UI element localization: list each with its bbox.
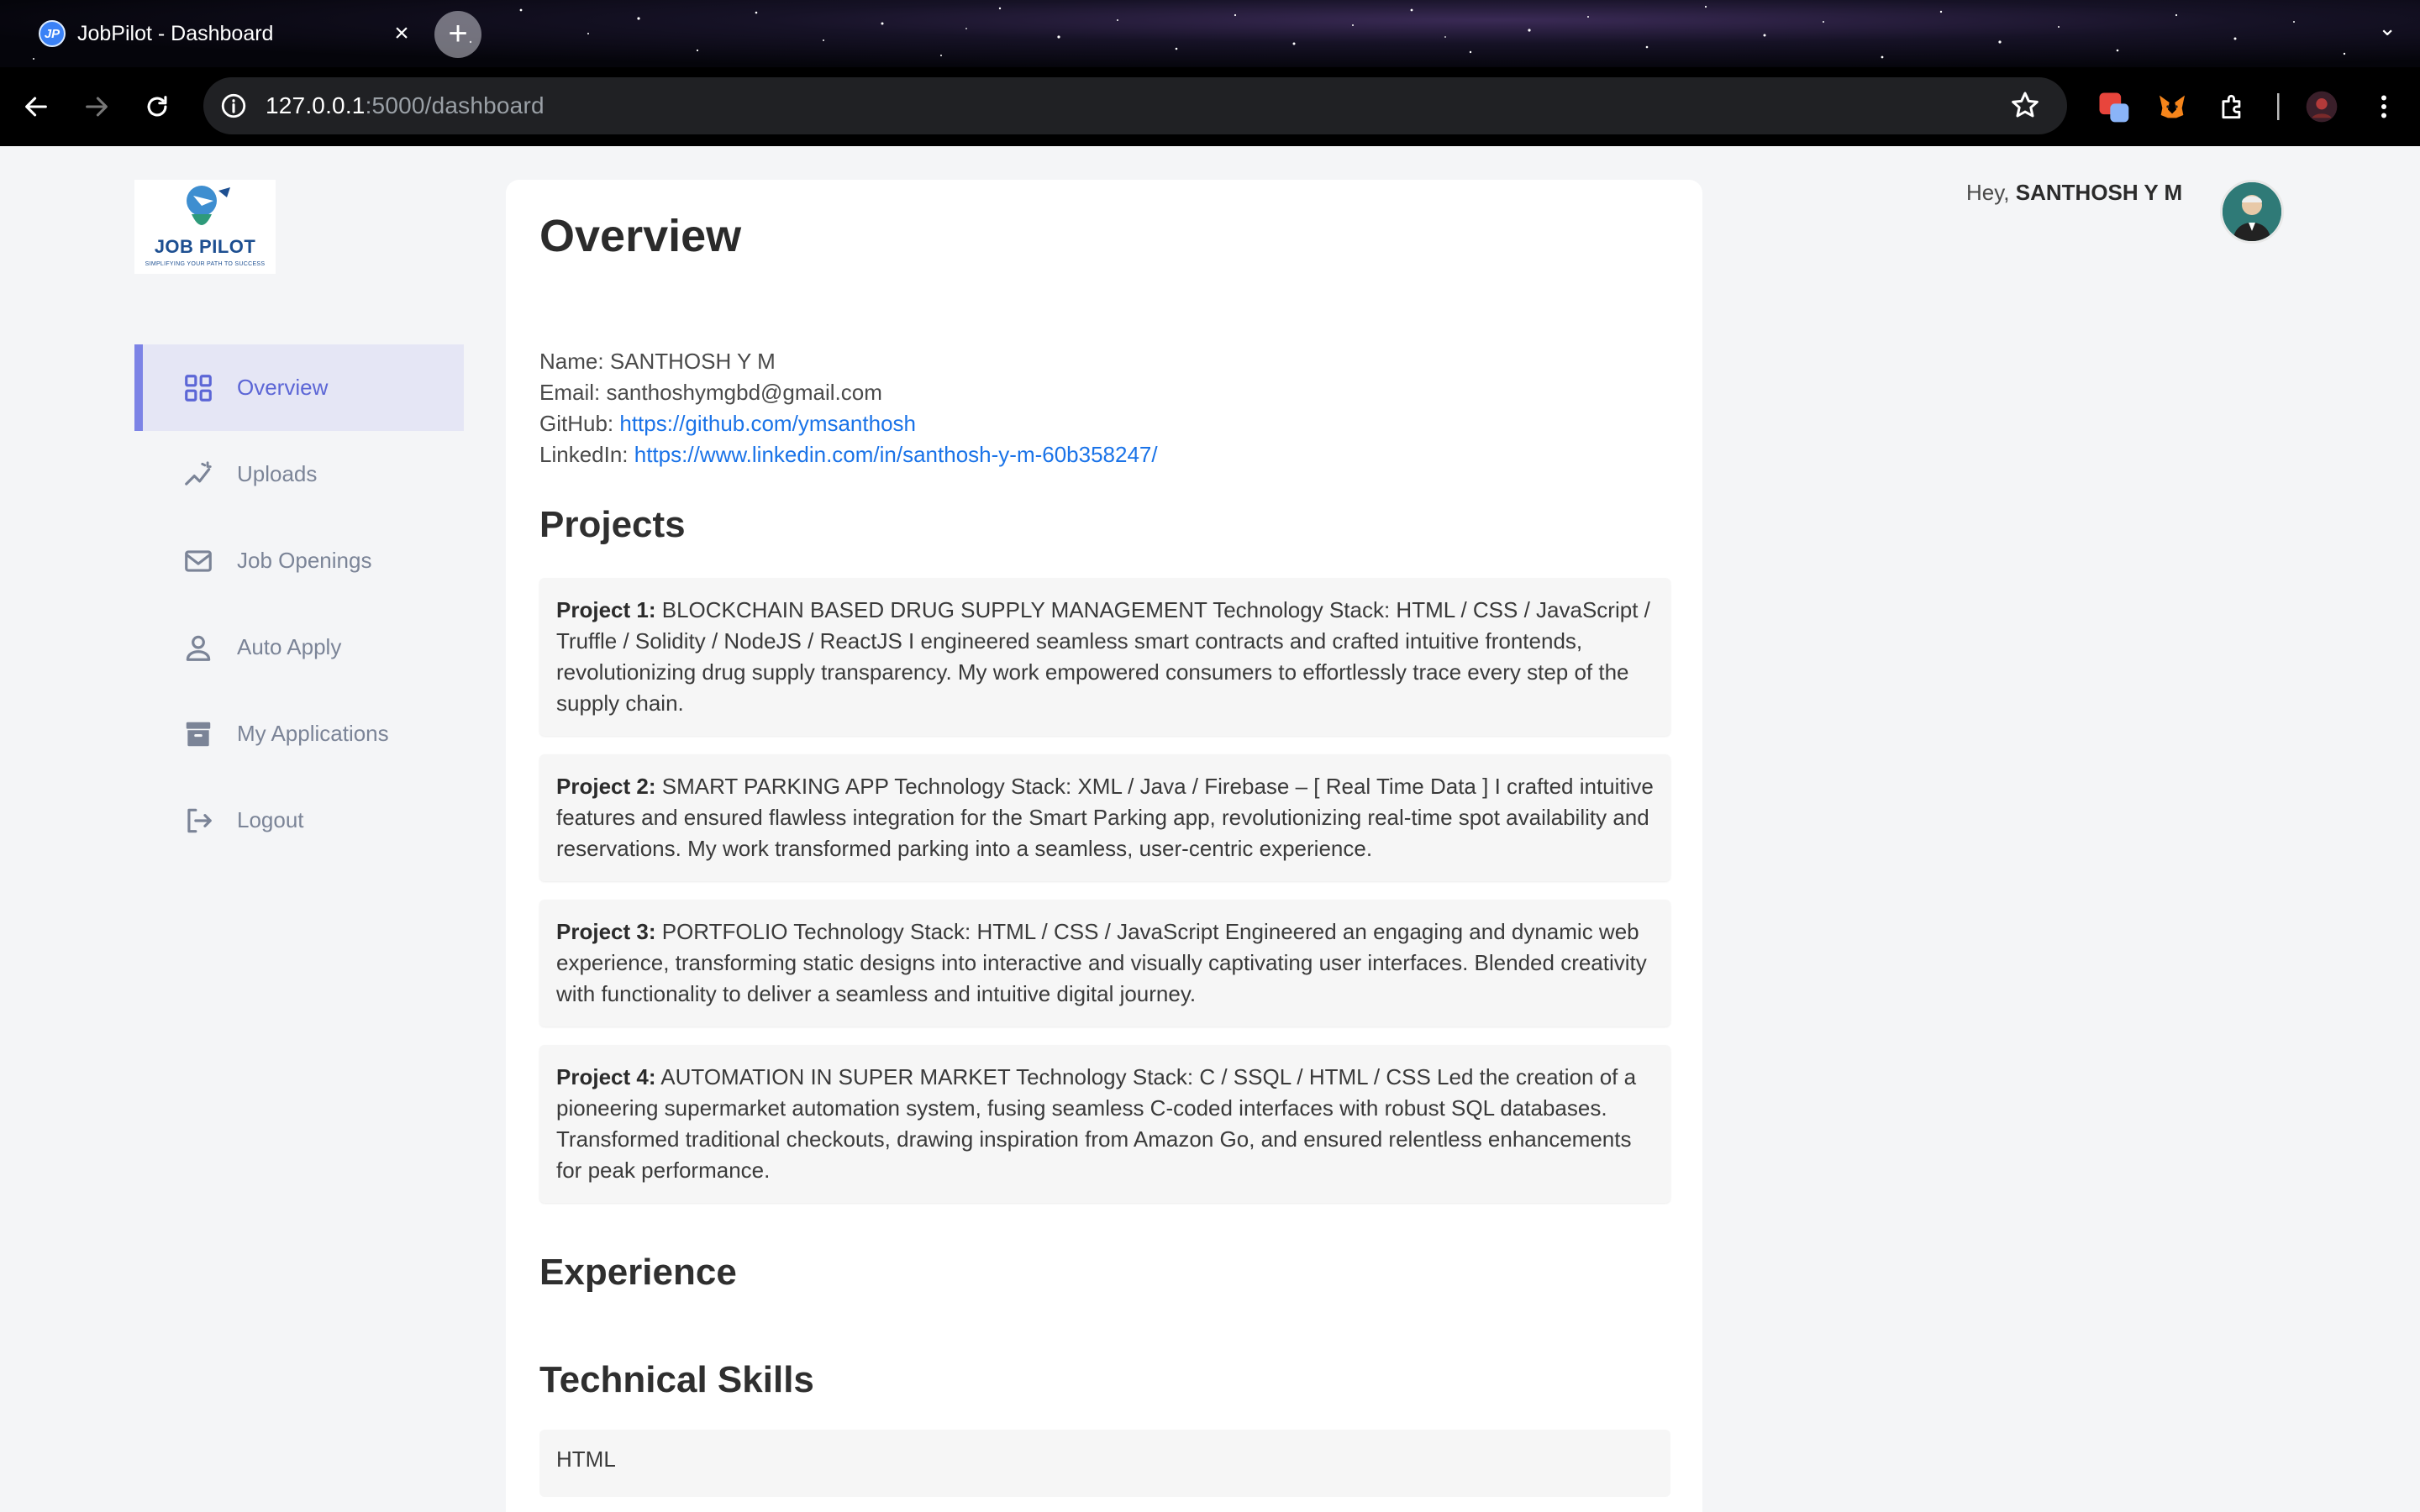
browser-tab-strip: JP JobPilot - Dashboard × + ⌄ [0,0,2420,67]
site-info-icon[interactable] [215,87,252,124]
project-card: Project 4: AUTOMATION IN SUPER MARKET Te… [539,1045,1670,1203]
user-avatar-icon [2223,182,2281,241]
close-tab-icon[interactable]: × [387,19,417,48]
arrow-right-icon [86,97,108,117]
jobpilot-favicon-icon: JP [39,20,66,47]
project-description: AUTOMATION IN SUPER MARKET Technology St… [556,1064,1637,1183]
bookmark-star-icon[interactable] [2008,89,2042,123]
sidebar-item-overview[interactable]: Overview [134,344,464,431]
back-button[interactable] [17,87,55,126]
project-label: Project 4: [556,1064,656,1089]
extensions-puzzle-icon[interactable] [2212,86,2254,128]
sidebar-item-label: Logout [237,807,304,832]
new-tab-button[interactable]: + [434,11,481,58]
logo-tagline: SIMPLIFYING YOUR PATH TO SUCCESS [145,261,266,267]
active-browser-tab[interactable]: JP JobPilot - Dashboard × [39,8,417,59]
github-link[interactable]: https://github.com/ymsanthosh [619,411,916,436]
page-title: Overview [539,211,742,261]
arrow-left-icon [25,97,47,117]
technical-skills-heading: Technical Skills [539,1359,814,1400]
project-description: SMART PARKING APP Technology Stack: XML … [556,774,1654,861]
github-row: GitHub: https://github.com/ymsanthosh [539,408,1669,439]
greeting-user-name: SANTHOSH Y M [2015,180,2183,205]
url-text: 127.0.0.1:5000/dashboard [266,92,544,119]
forward-button[interactable] [77,87,116,126]
sidebar-item-uploads[interactable]: Uploads [134,431,464,517]
job-pilot-logo[interactable]: JOB PILOT SIMPLIFYING YOUR PATH TO SUCCE… [134,180,276,274]
paper-plane-logo-icon [187,186,230,225]
logout-icon [182,804,215,837]
tab-title: JobPilot - Dashboard [77,21,274,45]
avatar[interactable] [2220,180,2284,244]
profile-avatar-icon[interactable] [2301,86,2343,128]
email-label: Email: [539,380,607,405]
url-host: 127.0.0.1 [266,92,366,118]
grid-icon [182,371,215,405]
skill-item: HTML [539,1430,1670,1497]
email-value: santhoshymgbd@gmail.com [606,380,882,405]
logo-title: JOB PILOT [154,236,256,257]
sidebar-item-label: Overview [237,375,329,400]
sidebar-item-label: Uploads [237,461,318,486]
browser-toolbar: 127.0.0.1:5000/dashboard [0,67,2420,146]
user-icon [182,631,215,664]
project-card: Project 2: SMART PARKING APP Technology … [539,754,1670,881]
profile-info: Name: SANTHOSH Y M Email: santhoshymgbd@… [539,346,1669,470]
sidebar-item-auto-apply[interactable]: Auto Apply [134,604,464,690]
address-bar[interactable]: 127.0.0.1:5000/dashboard [203,77,2067,134]
user-greeting: Hey, SANTHOSH Y M [1966,180,2182,206]
sidebar-item-logout[interactable]: Logout [134,777,464,864]
linkedin-row: LinkedIn: https://www.linkedin.com/in/sa… [539,439,1669,470]
name-value: SANTHOSH Y M [609,349,776,374]
metamask-fox-icon[interactable] [2151,86,2193,128]
mail-icon [182,544,215,578]
reload-icon [147,96,167,117]
sidebar-item-label: Auto Apply [237,634,342,659]
linkedin-label: LinkedIn: [539,442,634,467]
sidebar-item-my-applications[interactable]: My Applications [134,690,464,777]
projects-heading: Projects [539,504,686,545]
trend-icon [182,458,215,491]
project-label: Project 2: [556,774,656,799]
url-path: :5000/dashboard [365,92,544,118]
project-label: Project 1: [556,597,656,622]
tab-search-chevron-icon[interactable]: ⌄ [2378,15,2396,41]
project-description: BLOCKCHAIN BASED DRUG SUPPLY MANAGEMENT … [556,597,1650,716]
toolbar-divider [2257,86,2299,128]
sidebar-nav: Overview Uploads Job Openings Auto Apply… [134,344,464,864]
linkedin-link[interactable]: https://www.linkedin.com/in/santhosh-y-m… [634,442,1158,467]
sidebar-item-label: Job Openings [237,548,372,573]
name-label: Name: [539,349,610,374]
sidebar-item-label: My Applications [237,721,389,746]
project-card: Project 1: BLOCKCHAIN BASED DRUG SUPPLY … [539,578,1670,736]
browser-menu-icon[interactable] [2363,86,2405,128]
reload-button[interactable] [138,87,176,126]
extension-red-icon[interactable] [2092,86,2134,128]
email-row: Email: santhoshymgbd@gmail.com [539,377,1669,408]
project-card: Project 3: PORTFOLIO Technology Stack: H… [539,900,1670,1026]
experience-heading: Experience [539,1252,737,1293]
sidebar-item-job-openings[interactable]: Job Openings [134,517,464,604]
github-label: GitHub: [539,411,620,436]
archive-icon [182,717,215,751]
project-label: Project 3: [556,919,656,944]
name-row: Name: SANTHOSH Y M [539,346,1669,377]
overview-card: Overview Name: SANTHOSH Y M Email: santh… [506,180,1702,1512]
dashboard-page: JOB PILOT SIMPLIFYING YOUR PATH TO SUCCE… [0,146,2420,1512]
greeting-prefix: Hey, [1966,180,2016,205]
project-description: PORTFOLIO Technology Stack: HTML / CSS /… [556,919,1647,1006]
